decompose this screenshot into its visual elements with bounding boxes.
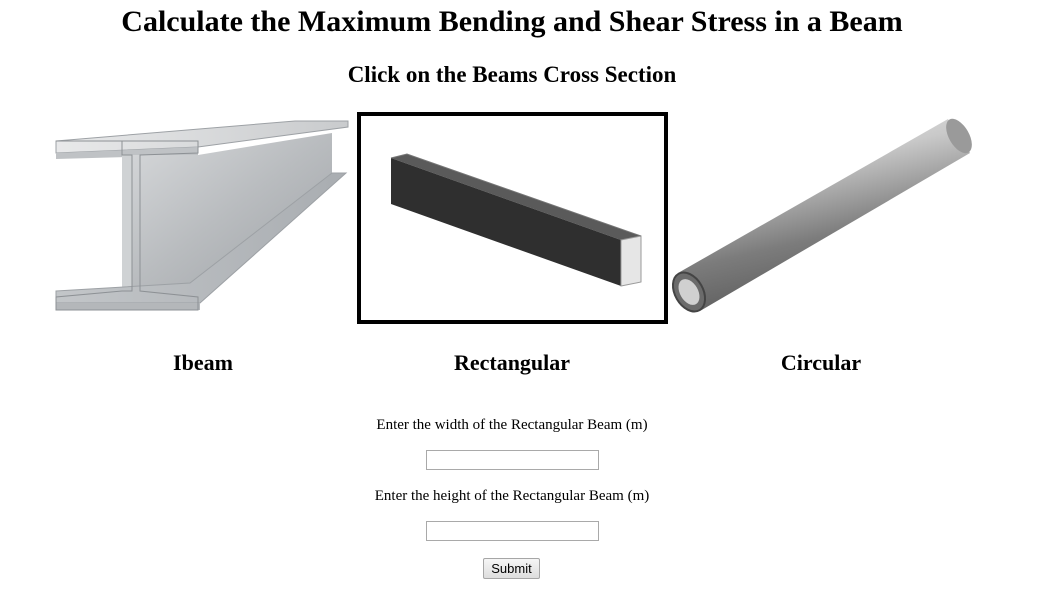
circular-option[interactable] bbox=[666, 113, 976, 320]
page: Calculate the Maximum Bending and Shear … bbox=[0, 0, 1043, 611]
circular-label: Circular bbox=[780, 350, 862, 375]
ibeam-option[interactable] bbox=[50, 113, 355, 320]
i-beam-image bbox=[55, 120, 349, 311]
height-field-label: Enter the height of the Rectangular Beam… bbox=[374, 488, 650, 504]
rectangular-option[interactable] bbox=[357, 112, 668, 324]
submit-button[interactable]: Submit bbox=[483, 558, 540, 579]
rectangular-label: Rectangular bbox=[453, 350, 571, 375]
width-field-label: Enter the width of the Rectangular Beam … bbox=[376, 417, 648, 433]
page-subtitle: Click on the Beams Cross Section bbox=[347, 62, 677, 87]
height-input[interactable] bbox=[426, 521, 599, 541]
ibeam-label: Ibeam bbox=[173, 350, 233, 375]
page-title: Calculate the Maximum Bending and Shear … bbox=[121, 5, 903, 38]
width-input[interactable] bbox=[426, 450, 599, 470]
rectangular-beam-image bbox=[390, 153, 642, 287]
circular-tube-image bbox=[671, 118, 972, 313]
